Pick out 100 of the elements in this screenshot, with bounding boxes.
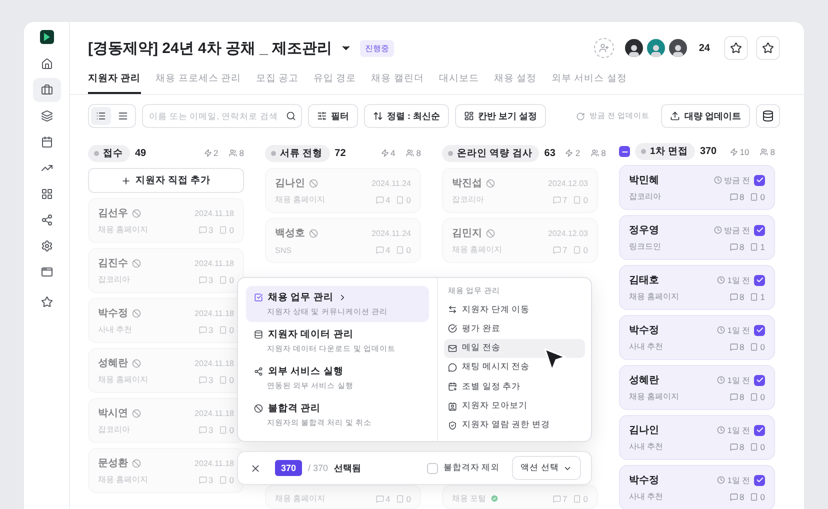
menu-item[interactable]: 평가 완료 bbox=[444, 319, 585, 339]
bulk-update-button[interactable]: 대량 업데이트 bbox=[661, 104, 750, 128]
file-icon bbox=[750, 442, 758, 450]
add-member-button[interactable] bbox=[594, 38, 614, 58]
avatar bbox=[668, 38, 688, 58]
applicant-card[interactable]: 김나인 1일 전 사내 추천 8 0 bbox=[619, 415, 775, 460]
applicant-card[interactable]: 성혜란 1일 전 채용 홈페이지 8 0 bbox=[619, 365, 775, 410]
view-toggle[interactable] bbox=[88, 104, 136, 128]
applicant-card[interactable]: 김민지 2024.12.03 채용 홈페이지 7 0 bbox=[442, 218, 598, 263]
source-text: 채용 홈페이지 bbox=[98, 474, 148, 485]
favorite-button[interactable] bbox=[756, 36, 780, 60]
filter-button[interactable]: 필터 bbox=[308, 104, 358, 128]
comment-icon bbox=[198, 276, 207, 284]
file-count: 0 bbox=[583, 244, 588, 254]
sort-button[interactable]: 정렬 : 최신순 bbox=[364, 104, 449, 128]
card-checkbox[interactable] bbox=[754, 324, 765, 336]
card-checkbox[interactable] bbox=[754, 474, 765, 486]
app-logo[interactable] bbox=[40, 30, 54, 44]
menu-item[interactable]: 메일 전송 bbox=[444, 338, 585, 358]
file-icon bbox=[396, 196, 404, 204]
source-text: 채용 포털 bbox=[452, 493, 486, 504]
source-text: 채용 홈페이지 bbox=[629, 291, 680, 302]
menu-item[interactable]: 지원자 모아보기 bbox=[444, 396, 585, 416]
sidebar-item[interactable] bbox=[32, 78, 60, 102]
ban-icon bbox=[132, 308, 141, 318]
time-text: 1일 전 bbox=[727, 324, 750, 336]
applicant-card[interactable]: 박진섭 2024.12.03 잡코리아 7 0 bbox=[442, 168, 598, 213]
card-checkbox[interactable] bbox=[754, 424, 765, 436]
applicant-name: 김선우 bbox=[98, 207, 128, 220]
applicant-card[interactable]: 문성환 2024.11.18 채용 홈페이지 3 0 bbox=[88, 448, 244, 493]
select-all-checkbox[interactable] bbox=[619, 146, 630, 157]
check-circle-icon bbox=[448, 324, 457, 334]
ban-icon bbox=[309, 228, 318, 238]
card-checkbox[interactable] bbox=[754, 224, 765, 236]
applicant-card[interactable]: 박수정 1일 전 사내 추천 8 0 bbox=[619, 315, 775, 360]
applicant-card[interactable]: 백성호 2024.11.24 SNS 4 0 bbox=[265, 218, 421, 263]
card-checkbox[interactable] bbox=[754, 374, 765, 386]
favorite-button[interactable] bbox=[724, 36, 748, 60]
comment-count: 4 bbox=[386, 494, 390, 504]
card-checkbox[interactable] bbox=[754, 274, 765, 286]
applied-date: 2024.12.03 bbox=[548, 178, 588, 188]
add-applicant-button[interactable]: 지원자 직접 추가 bbox=[88, 168, 244, 193]
card-checkbox[interactable] bbox=[754, 174, 765, 186]
applicant-card[interactable]: 김진수 2024.11.18 잡코리아 3 0 bbox=[88, 248, 244, 293]
menu-item[interactable]: 조별 일정 추가 bbox=[444, 377, 585, 396]
action-select-button[interactable]: 액션 선택 bbox=[512, 456, 581, 480]
automation-count: 2 bbox=[214, 148, 218, 158]
tab[interactable]: 지원자 관리 bbox=[88, 62, 141, 94]
stage-count: 370 bbox=[700, 146, 717, 157]
exclude-checkbox[interactable] bbox=[427, 462, 438, 474]
file-count: 1 bbox=[760, 292, 765, 302]
file-icon bbox=[219, 276, 228, 284]
file-icon bbox=[219, 426, 228, 434]
applicant-name: 박수정 bbox=[98, 307, 128, 320]
close-icon[interactable] bbox=[250, 462, 261, 474]
file-count: 0 bbox=[229, 324, 234, 334]
avatar bbox=[624, 38, 644, 58]
comment-count: 7 bbox=[562, 494, 568, 504]
selected-count: 370 bbox=[275, 460, 302, 476]
file-icon bbox=[750, 492, 758, 500]
applicant-card[interactable]: 김태호 1일 전 채용 홈페이지 8 1 bbox=[619, 265, 775, 310]
applicant-card[interactable]: 김나인 2024.11.24 채용 홈페이지 4 0 bbox=[265, 168, 421, 213]
database-button[interactable] bbox=[756, 104, 780, 128]
search-field[interactable]: 이름 또는 이메일, 연락처로 검색 bbox=[142, 104, 302, 128]
file-icon bbox=[219, 376, 228, 384]
star-icon bbox=[762, 42, 774, 54]
comment-icon bbox=[730, 242, 738, 250]
list-icon bbox=[118, 111, 128, 121]
member-count: 8 bbox=[239, 148, 244, 158]
member-count: 8 bbox=[601, 148, 606, 158]
share-icon bbox=[254, 367, 263, 376]
file-icon bbox=[750, 192, 758, 200]
menu-item[interactable]: 지원자 단계 이동 bbox=[444, 300, 585, 320]
stage-name: 온라인 역량 검사 bbox=[457, 146, 532, 160]
automation-count: 4 bbox=[390, 148, 396, 158]
applied-date: 2024.11.18 bbox=[194, 458, 234, 468]
applicant-card[interactable]: 박민혜 방금 전 잡코리아 8 0 bbox=[619, 165, 775, 210]
menu-item[interactable]: 채팅 메시지 전송 bbox=[444, 358, 585, 378]
people-icon bbox=[406, 149, 414, 157]
applicant-name: 성혜란 bbox=[629, 374, 659, 387]
comment-icon bbox=[376, 196, 384, 204]
layers-icon bbox=[40, 110, 52, 122]
exclude-option[interactable]: 불합격자 제외 bbox=[427, 462, 500, 474]
applicant-name: 정우영 bbox=[629, 224, 659, 237]
comment-count: 8 bbox=[740, 292, 744, 302]
comment-count: 8 bbox=[740, 342, 744, 352]
star-icon bbox=[40, 296, 52, 308]
applicant-card[interactable]: 정우영 방금 전 링크드인 8 1 bbox=[619, 215, 775, 260]
menu-item[interactable]: 지원자 열람 권한 변경 bbox=[444, 416, 585, 435]
applicant-card[interactable]: 김선우 2024.11.18 채용 홈페이지 3 0 bbox=[88, 198, 244, 243]
file-icon bbox=[573, 494, 582, 502]
view-option[interactable] bbox=[91, 107, 111, 125]
file-count: 0 bbox=[583, 194, 588, 204]
file-count: 0 bbox=[229, 374, 234, 384]
people-icon bbox=[760, 148, 768, 156]
people-icon bbox=[591, 149, 600, 157]
kanban-settings-button[interactable]: 칸반 보기 설정 bbox=[455, 104, 546, 128]
stage-count: 63 bbox=[544, 148, 556, 158]
time-text: 1일 전 bbox=[727, 374, 750, 386]
applicant-card[interactable]: 박수정 1일 전 사내 추천 8 0 bbox=[619, 465, 775, 509]
